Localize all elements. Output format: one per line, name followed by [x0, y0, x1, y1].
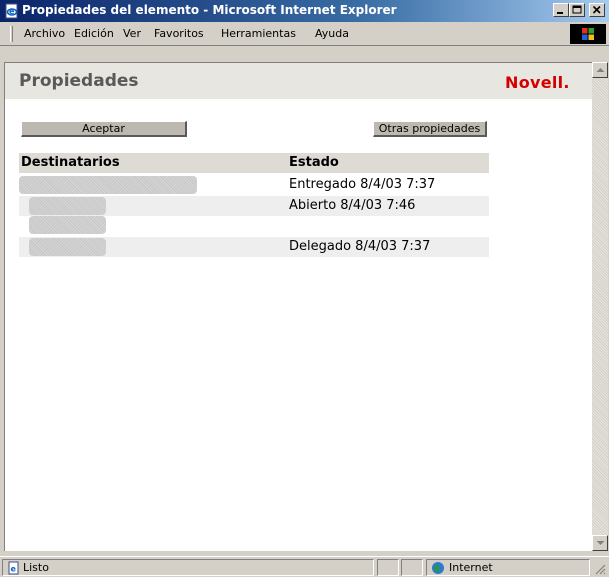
table-row: Abierto 8/4/03 7:46 [19, 196, 489, 216]
toolbar-grip[interactable] [10, 26, 13, 42]
accept-button[interactable]: Aceptar [21, 121, 187, 137]
security-zone-pane[interactable]: Internet [426, 559, 590, 576]
menu-edicion[interactable]: Edición [74, 27, 114, 40]
arrow-up-icon [596, 68, 605, 72]
resize-grip-icon[interactable] [594, 563, 606, 575]
vertical-scrollbar[interactable] [592, 62, 608, 551]
menu-favoritos[interactable]: Favoritos [154, 27, 204, 40]
row-status: Delegado 8/4/03 7:37 [289, 239, 431, 254]
table-row [19, 216, 489, 236]
page-content: Propiedades Novell. Aceptar Otras propie… [4, 62, 592, 551]
scroll-up-button[interactable] [592, 62, 608, 78]
globe-icon [432, 562, 444, 574]
page-done-icon: e [8, 561, 19, 575]
window-title: Propiedades del elemento - Microsoft Int… [22, 3, 397, 17]
menu-bar: Archivo Edición Ver Favoritos Herramient… [0, 22, 609, 46]
menu-ayuda[interactable]: Ayuda [315, 27, 349, 40]
novell-logo: Novell. [505, 73, 570, 92]
minimize-button[interactable] [553, 3, 569, 17]
windows-logo-throbber [570, 24, 606, 44]
table-row: Entregado 8/4/03 7:37 [19, 175, 489, 195]
row-status: Entregado 8/4/03 7:37 [289, 177, 436, 192]
content-frame-edge [0, 46, 609, 62]
redacted-recipient [19, 176, 197, 194]
page-title: Propiedades [19, 71, 139, 91]
status-main-pane: e Listo [2, 559, 374, 576]
svg-text:e: e [11, 565, 17, 574]
window-titlebar[interactable]: e Propiedades del elemento - Microsoft I… [0, 0, 609, 22]
maximize-button[interactable] [569, 3, 585, 17]
status-pane-empty [377, 559, 399, 576]
menu-ver[interactable]: Ver [123, 27, 141, 40]
svg-text:e: e [9, 7, 15, 16]
header-estado: Estado [289, 155, 339, 170]
other-properties-button[interactable]: Otras propiedades [373, 121, 487, 137]
menu-archivo[interactable]: Archivo [24, 27, 65, 40]
status-pane-empty [401, 559, 423, 576]
redacted-recipient [29, 216, 106, 234]
status-bar: e Listo Internet [0, 556, 609, 577]
close-button[interactable] [589, 3, 605, 17]
windows-flag-icon [582, 28, 594, 40]
row-status: Abierto 8/4/03 7:46 [289, 198, 416, 213]
scroll-down-button[interactable] [592, 535, 608, 551]
zone-label: Internet [449, 561, 493, 574]
redacted-recipient [29, 197, 106, 215]
arrow-down-icon [596, 541, 605, 545]
redacted-recipient [29, 238, 106, 256]
header-destinatarios: Destinatarios [21, 155, 120, 170]
status-text: Listo [23, 561, 49, 574]
page-header: Propiedades Novell. [5, 63, 592, 99]
table-header: Destinatarios Estado [19, 153, 489, 173]
menu-herramientas[interactable]: Herramientas [221, 27, 296, 40]
ie-page-icon: e [4, 3, 20, 19]
table-row: Delegado 8/4/03 7:37 [19, 237, 489, 257]
